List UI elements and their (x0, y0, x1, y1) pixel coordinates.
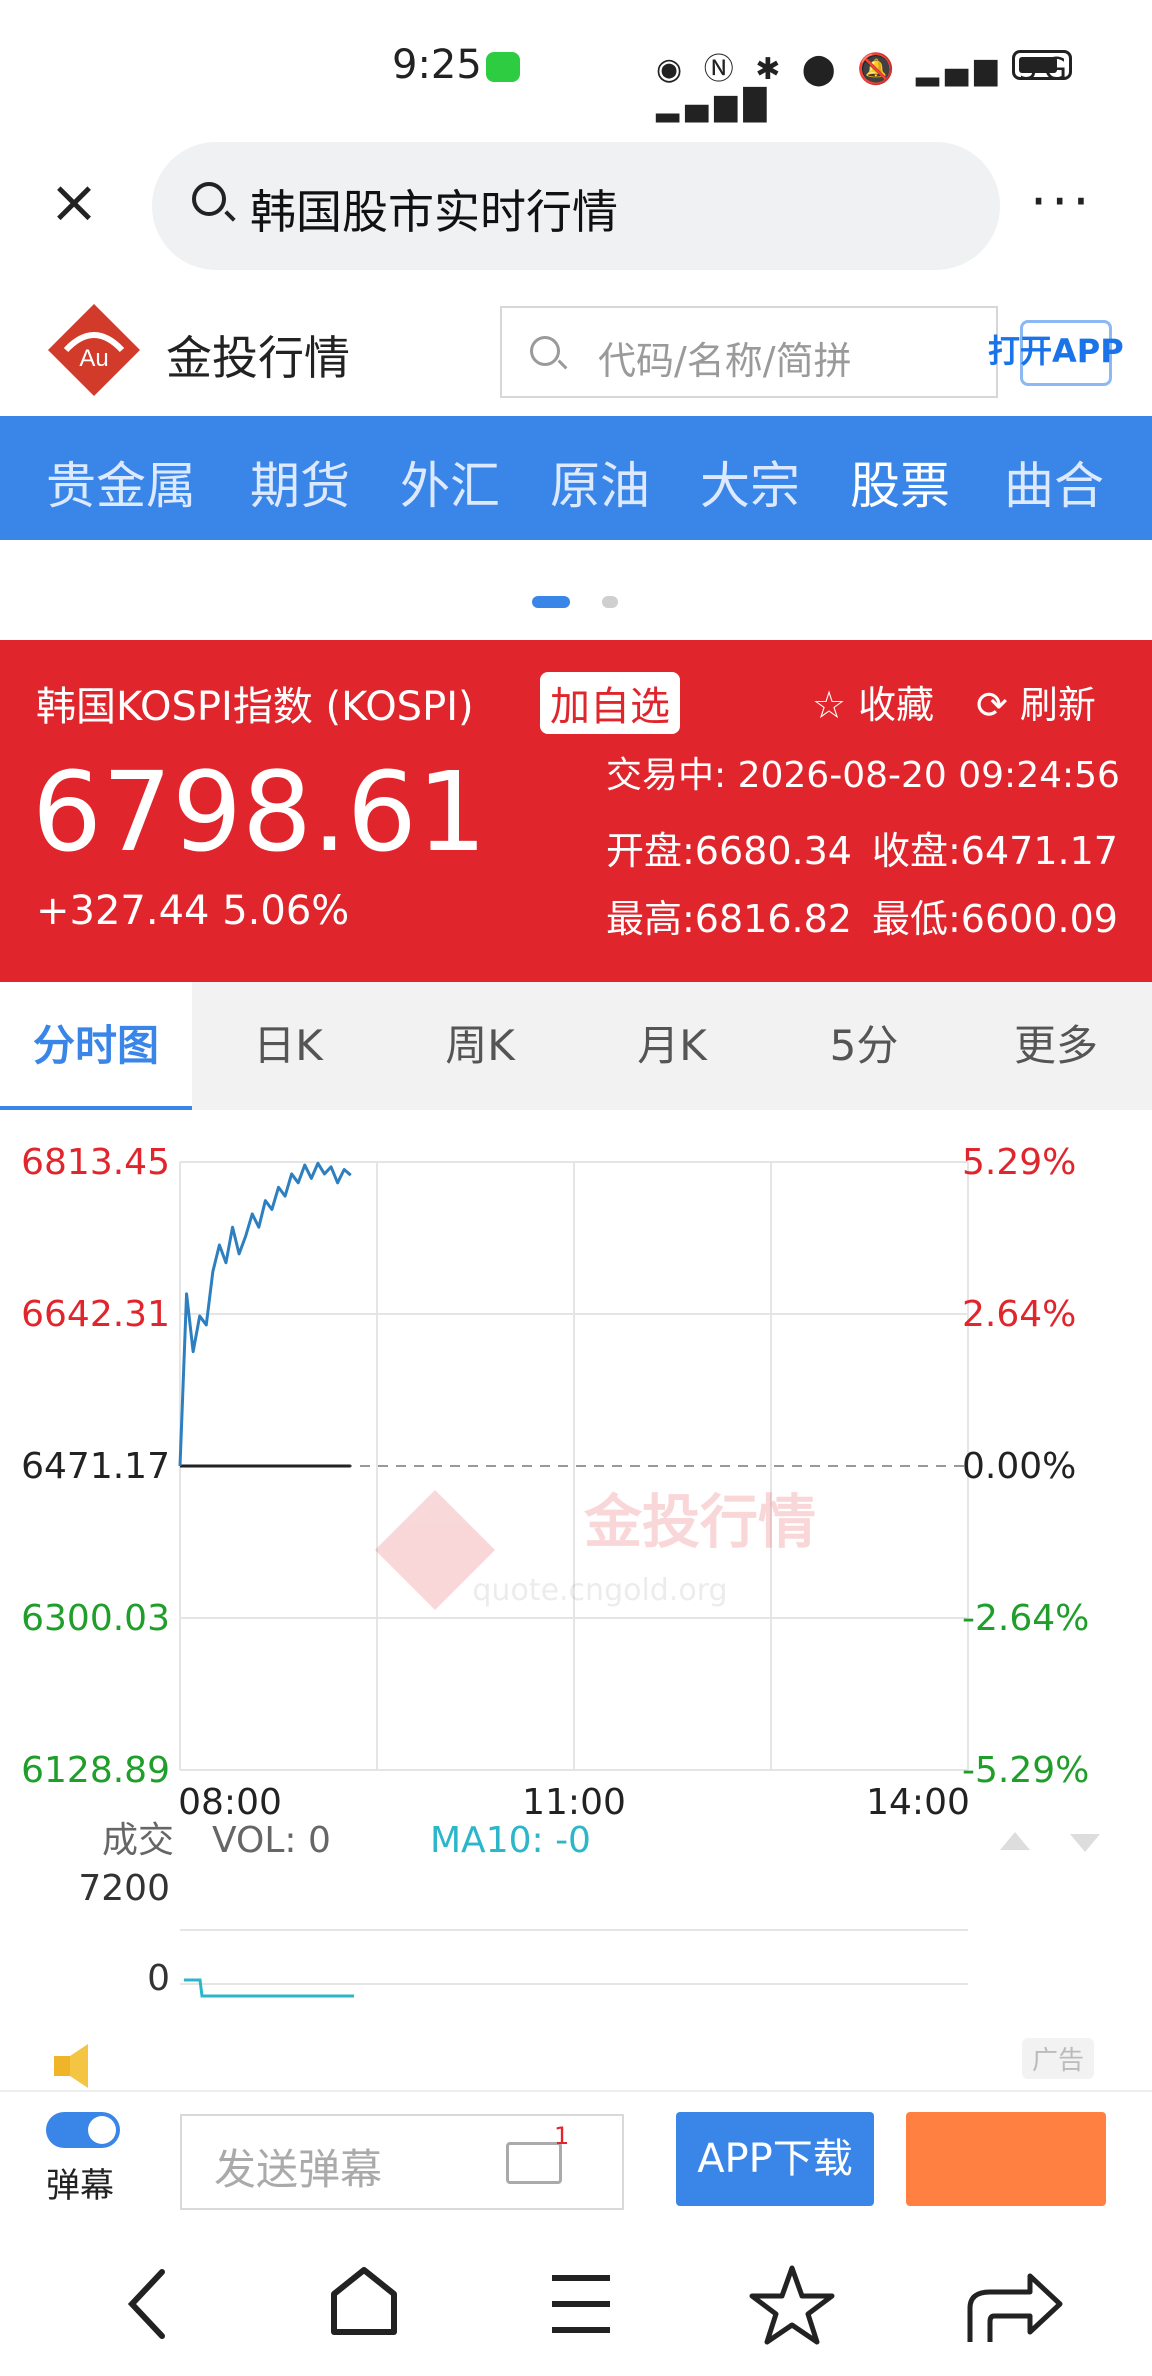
danmu-placeholder: 发送弹幕 (214, 2145, 383, 2194)
home-icon[interactable] (331, 2267, 397, 2335)
high-price: 最高:6816.82 (606, 897, 852, 941)
price-change: +327.44 5.06% (36, 888, 349, 934)
add-watchlist-button[interactable]: 加自选 (540, 672, 680, 734)
nav-item-stocks[interactable]: 股票 (850, 446, 950, 518)
search-query: 韩国股市实时行情 (250, 185, 618, 239)
tab-monthly-k[interactable]: 月K (576, 982, 768, 1110)
y-right-label: -5.29% (962, 1750, 1089, 1791)
status-label: 交易中: (606, 755, 727, 796)
watermark-text: 金投行情 (584, 1488, 816, 1556)
chart-axis-labels: 6813.45 5.29% 6642.31 2.64% 6471.17 0.00% 6300… (21, 1142, 1089, 1823)
current-price: 6798.61 (32, 748, 487, 876)
y-left-label: 6300.03 (21, 1598, 170, 1639)
ad-speaker-icon[interactable] (46, 2040, 106, 2090)
status-icons: ◉ Ⓝ ✱ ⬤ 🔕 ▂▄▆ 5G ▂▄▆█ (656, 52, 1074, 123)
volume-label: 成交 (102, 1820, 174, 1861)
change-value: +327.44 (36, 888, 210, 934)
site-search-placeholder: 代码/名称/简拼 (598, 339, 852, 383)
brand-logo[interactable]: Au (44, 300, 144, 400)
y-right-label: 0.00% (962, 1446, 1076, 1487)
menu-icon[interactable] (552, 2275, 610, 2333)
volume-vol: VOL: 0 (212, 1820, 331, 1861)
y-left-label: 6642.31 (21, 1294, 170, 1335)
status-time: 9:25 (392, 42, 482, 88)
nav-item-commodities[interactable]: 大宗 (700, 446, 800, 518)
volume-up-arrow-icon (1000, 1832, 1030, 1850)
x-axis-label: 14:00 (866, 1782, 970, 1823)
low-price: 最低:6600.09 (872, 897, 1118, 941)
browser-search-box[interactable]: 韩国股市实时行情 (152, 142, 1000, 270)
volume-ma-line (184, 1978, 354, 1998)
status-bar: 9:25 ◉ Ⓝ ✱ ⬤ 🔕 ▂▄▆ 5G ▂▄▆█ (0, 0, 1152, 130)
category-nav: 贵金属 期货 外汇 原油 大宗 股票 曲合 (0, 416, 1152, 540)
danmu-toggle-label: 弹幕 (46, 2166, 114, 2206)
nav-item-more[interactable]: 曲合 (1004, 446, 1104, 518)
refresh-label: 刷新 (1019, 683, 1096, 727)
nav-item-forex[interactable]: 外汇 (400, 446, 500, 518)
danmu-toggle[interactable] (46, 2112, 120, 2148)
ad-label: 广告 (1022, 2038, 1095, 2079)
logo-text: Au (79, 345, 108, 372)
share-icon[interactable] (967, 2273, 1063, 2342)
bookmark-star-icon[interactable] (749, 2265, 835, 2345)
volume-ma10: MA10: -0 (430, 1820, 591, 1861)
system-nav-bar (127, 2265, 1063, 2345)
site-search-input[interactable]: 代码/名称/简拼 (500, 306, 998, 398)
app-download-button[interactable]: APP下载 (676, 2112, 874, 2206)
battery-icon (1012, 50, 1072, 80)
search-icon (530, 336, 560, 366)
y-left-label: 6813.45 (21, 1142, 170, 1183)
orange-action-button[interactable] (906, 2112, 1106, 2206)
quote-panel: 韩国KOSPI指数 (KOSPI) 加自选 ☆ 收藏 ⟳ 刷新 6798.61 … (0, 640, 1152, 982)
open-app-button[interactable]: 打开APP (988, 326, 1124, 372)
brand-name: 金投行情 (166, 331, 350, 385)
y-right-label: 5.29% (962, 1142, 1076, 1183)
y-left-label: 6471.17 (21, 1446, 170, 1487)
prev-close-price: 收盘:6471.17 (872, 829, 1118, 873)
danmu-input[interactable]: 发送弹幕 1 (180, 2114, 624, 2210)
back-icon[interactable] (127, 2269, 165, 2339)
open-price: 开盘:6680.34 (606, 829, 852, 873)
tab-daily-k[interactable]: 日K (192, 982, 384, 1110)
x-axis-label: 08:00 (178, 1782, 282, 1823)
watermark-url: quote.cngold.org (472, 1573, 727, 1608)
quote-datetime: 2026-08-20 09:24:56 (737, 755, 1120, 796)
intraday-chart[interactable]: 金投行情 quote.cngold.org 6813.45 5.29% 6642.3… (0, 1110, 1152, 2030)
y-left-label: 6128.89 (21, 1750, 170, 1791)
tab-5min[interactable]: 5分 (768, 982, 960, 1110)
volume-y-max: 7200 (78, 1868, 170, 1909)
more-options-icon[interactable]: ··· (1030, 170, 1094, 233)
tab-intraday[interactable]: 分时图 (0, 982, 192, 1110)
y-right-label: -2.64% (962, 1598, 1089, 1639)
refresh-button[interactable]: ⟳ 刷新 (976, 674, 1096, 729)
close-icon[interactable]: × (44, 172, 104, 232)
trading-status: 交易中: 2026-08-20 09:24:56 (606, 746, 1120, 798)
mail-badge: 1 (554, 2122, 570, 2150)
tab-weekly-k[interactable]: 周K (384, 982, 576, 1110)
carousel-dot[interactable] (602, 596, 618, 608)
index-name: 韩国KOSPI指数 (KOSPI) (36, 684, 474, 730)
wechat-icon (486, 52, 520, 82)
change-percent: 5.06% (222, 888, 350, 934)
nav-item-crude-oil[interactable]: 原油 (550, 446, 650, 518)
favorite-button[interactable]: ☆ 收藏 (812, 674, 934, 729)
tab-more[interactable]: 更多 (960, 982, 1152, 1110)
volume-y-zero: 0 (147, 1958, 170, 1999)
favorite-label: 收藏 (858, 683, 935, 727)
nav-item-precious-metals[interactable]: 贵金属 (46, 446, 196, 518)
bottom-action-bar: 弹幕 发送弹幕 1 APP下载 (0, 2090, 1152, 2222)
carousel-dot-active[interactable] (532, 596, 570, 608)
x-axis-label: 11:00 (522, 1782, 626, 1823)
chart-tabs: 分时图 日K 周K 月K 5分 更多 (0, 982, 1152, 1110)
star-icon: ☆ (812, 683, 859, 727)
chart-watermark: 金投行情 quote.cngold.org (375, 1488, 816, 1610)
search-icon (192, 182, 226, 216)
volume-down-arrow-icon (1070, 1834, 1100, 1852)
nav-item-futures[interactable]: 期货 (250, 446, 350, 518)
refresh-icon: ⟳ (976, 683, 1020, 727)
y-right-label: 2.64% (962, 1294, 1076, 1335)
